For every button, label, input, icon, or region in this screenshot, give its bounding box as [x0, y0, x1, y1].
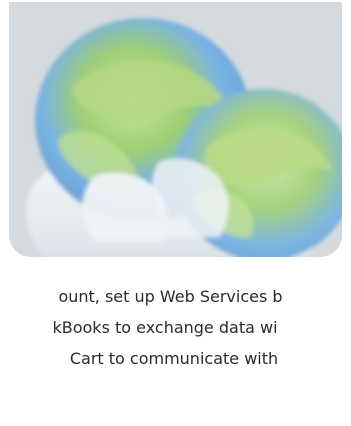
description-line-3: Cart to communicate with: [69, 349, 279, 368]
globe-network-icon: [9, 2, 342, 257]
description-line-2: kBooks to exchange data wi: [52, 318, 278, 337]
description-line-1: ount, set up Web Services b: [58, 287, 283, 306]
product-description: ount, set up Web Services b kBooks to ex…: [0, 281, 351, 374]
app-icon-image: [9, 2, 342, 257]
